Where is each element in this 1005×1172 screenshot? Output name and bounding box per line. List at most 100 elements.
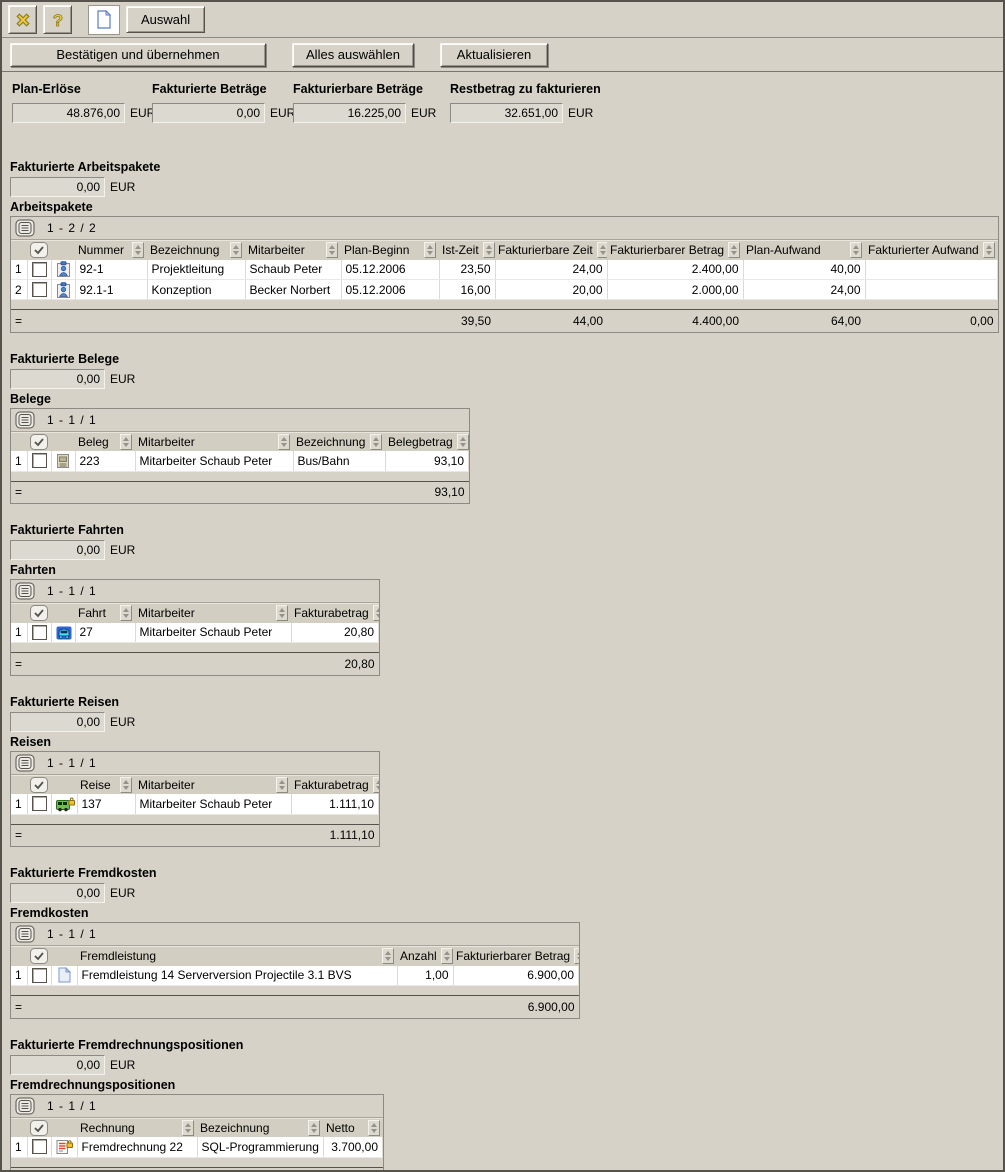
fakturierte-belege-label: Fakturierte Belege [10, 352, 995, 366]
sum-row: = 39,50 44,00 4.400,00 64,00 0,00 [11, 310, 998, 332]
workpackage-icon[interactable] [56, 261, 71, 277]
list-menu-icon[interactable] [15, 219, 35, 237]
fakturierte-reisen-input[interactable] [10, 712, 105, 732]
help-button[interactable]: ? [43, 5, 72, 34]
row-checkbox[interactable] [32, 1139, 47, 1154]
col-bezeichnung: Bezeichnung [296, 435, 365, 449]
fakturierbare-betraege-input[interactable] [293, 103, 406, 123]
select-all-checkbox-icon[interactable] [30, 1120, 48, 1136]
select-all-checkbox-icon[interactable] [30, 777, 48, 793]
sort-icon[interactable] [120, 434, 132, 450]
sort-icon[interactable] [132, 242, 144, 258]
select-all-checkbox-icon[interactable] [30, 242, 48, 258]
col-fakturabetrag: Fakturabetrag [294, 778, 369, 792]
list-menu-icon[interactable] [15, 1097, 35, 1115]
close-button[interactable] [8, 5, 37, 34]
sort-icon[interactable] [373, 605, 379, 621]
cell-plan-beginn: 05.12.2006 [341, 260, 439, 280]
workpackage-icon[interactable] [56, 282, 71, 298]
col-beleg: Beleg [78, 435, 109, 449]
sort-icon[interactable] [597, 242, 607, 258]
sort-icon[interactable] [983, 242, 995, 258]
pagination-text: 1 - 1 / 1 [47, 1099, 97, 1113]
sum-fakturierter-aufwand: 0,00 [865, 310, 998, 332]
cell-netto: 3.700,00 [323, 1137, 383, 1157]
document-icon[interactable] [57, 967, 71, 983]
fakturierte-arbeitspakete-label: Fakturierte Arbeitspakete [10, 160, 995, 174]
fakturierte-fremdkosten-input[interactable] [10, 883, 105, 903]
sort-icon[interactable] [182, 1120, 194, 1136]
currency-label: EUR [110, 715, 135, 729]
invoice-lock-icon[interactable] [56, 1139, 73, 1155]
auswahl-tab-button[interactable]: Auswahl [126, 6, 205, 33]
document-tab[interactable] [88, 5, 120, 35]
fakturierte-fahrten-input[interactable] [10, 540, 105, 560]
sort-icon[interactable] [850, 242, 862, 258]
cell-bezeichnung: Projektleitung [147, 260, 245, 280]
col-mitarbeiter: Mitarbeiter [138, 778, 195, 792]
sort-icon[interactable] [308, 1120, 320, 1136]
fakturierte-fremdrechnungspositionen-input[interactable] [10, 1055, 105, 1075]
document-icon [96, 10, 112, 29]
col-fakturierbarer-betrag: Fakturierbarer Betrag [456, 949, 570, 963]
confirm-button[interactable]: Bestätigen und übernehmen [10, 43, 266, 67]
sort-icon[interactable] [483, 242, 495, 258]
select-all-checkbox-icon[interactable] [30, 948, 48, 964]
sort-icon[interactable] [441, 948, 453, 964]
fakturierte-betraege-label: Fakturierte Beträge [152, 82, 293, 96]
receipt-icon[interactable] [56, 453, 70, 469]
sort-icon[interactable] [278, 434, 290, 450]
row-checkbox[interactable] [32, 796, 47, 811]
currency-label: EUR [568, 106, 593, 120]
sort-icon[interactable] [457, 434, 469, 450]
sum-equals: = [11, 824, 291, 846]
row-checkbox[interactable] [32, 282, 47, 297]
car-icon[interactable] [56, 626, 72, 640]
select-all-checkbox-icon[interactable] [30, 434, 48, 450]
table-row: 1 92-1 Projektleitung Schaub Peter 05.12… [11, 260, 998, 280]
travel-lock-icon[interactable] [56, 796, 75, 812]
sum-fakturierbare-zeit: 44,00 [495, 310, 607, 332]
sort-icon[interactable] [728, 242, 740, 258]
row-number: 1 [11, 623, 27, 643]
row-number: 1 [11, 451, 27, 471]
list-menu-icon[interactable] [15, 582, 35, 600]
reisen-title: Reisen [10, 735, 995, 749]
sort-icon[interactable] [326, 242, 338, 258]
sort-icon[interactable] [370, 434, 382, 450]
sort-icon[interactable] [382, 948, 394, 964]
restbetrag-input[interactable] [450, 103, 563, 123]
header-row: Reise Mitarbeiter Fakturabetrag [11, 775, 379, 794]
fakturierte-fahrten-label: Fakturierte Fahrten [10, 523, 995, 537]
sum-row: = 1.111,10 [11, 824, 379, 846]
sort-icon[interactable] [120, 605, 132, 621]
sort-icon[interactable] [120, 777, 132, 793]
cell-fremdleistung: Fremdleistung 14 Serverversion Projectil… [77, 966, 397, 986]
fahrten-pagination: 1 - 1 / 1 [11, 580, 379, 603]
sort-icon[interactable] [276, 777, 288, 793]
list-menu-icon[interactable] [15, 411, 35, 429]
fakturierte-arbeitspakete-input[interactable] [10, 177, 105, 197]
sort-icon[interactable] [368, 1120, 380, 1136]
row-checkbox[interactable] [32, 453, 47, 468]
sort-icon[interactable] [276, 605, 288, 621]
row-checkbox[interactable] [32, 968, 47, 983]
row-checkbox[interactable] [32, 262, 47, 277]
fakturierte-belege-input[interactable] [10, 369, 105, 389]
sort-icon[interactable] [373, 777, 379, 793]
sum-fakturabetrag: 20,80 [291, 653, 379, 675]
sum-row: = 20,80 [11, 653, 379, 675]
fakturierte-betraege-input[interactable] [152, 103, 265, 123]
sort-icon[interactable] [424, 242, 436, 258]
row-number: 1 [11, 966, 27, 986]
sort-icon[interactable] [230, 242, 242, 258]
sort-icon[interactable] [574, 948, 578, 964]
refresh-button[interactable]: Aktualisieren [440, 43, 548, 67]
select-all-checkbox-icon[interactable] [30, 605, 48, 621]
plan-erloese-input[interactable] [12, 103, 125, 123]
row-checkbox[interactable] [32, 625, 47, 640]
list-menu-icon[interactable] [15, 925, 35, 943]
header-row: Nummer Bezeichnung Mitarbeiter Plan-Begi… [11, 241, 998, 260]
select-all-button[interactable]: Alles auswählen [292, 43, 414, 67]
list-menu-icon[interactable] [15, 754, 35, 772]
